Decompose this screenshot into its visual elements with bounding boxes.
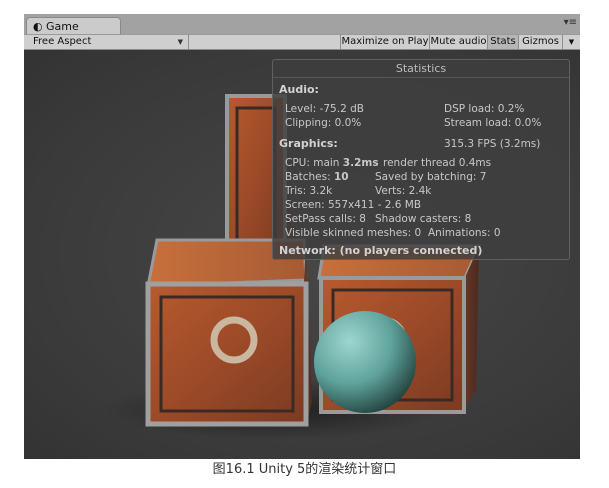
gizmos-dropdown-icon[interactable]: ▼ xyxy=(562,35,580,49)
screen-info: Screen: 557x411 - 2.6 MB xyxy=(285,199,422,211)
batches: Batches: 10 xyxy=(285,171,349,183)
shadow-casters: Shadow casters: 8 xyxy=(375,213,472,225)
crate-left xyxy=(145,238,312,427)
gizmos-button[interactable]: Gizmos xyxy=(518,35,562,49)
maximize-on-play-button[interactable]: Maximize on Play xyxy=(340,35,429,49)
statistics-title: Statistics xyxy=(273,62,569,78)
graphics-header: Graphics: xyxy=(279,137,338,150)
saved-by-batching: Saved by batching: 7 xyxy=(375,171,487,183)
fps-readout: 315.3 FPS (3.2ms) xyxy=(444,138,541,150)
audio-level: Level: -75.2 dB xyxy=(285,103,364,115)
chevron-down-icon: ▼ xyxy=(177,38,183,46)
stats-button[interactable]: Stats xyxy=(487,35,518,49)
game-view-window: ◐ Game ▾≡ Free Aspect ▼ Maximize on Play… xyxy=(24,14,580,459)
batches-label: Batches: xyxy=(285,171,334,183)
cpu-main-value: 3.2ms xyxy=(342,157,379,169)
verts-count: Verts: 2.4k xyxy=(375,185,432,197)
dsp-load: DSP load: 0.2% xyxy=(444,103,525,115)
audio-header: Audio: xyxy=(279,83,319,96)
window-menu-icon[interactable]: ▾≡ xyxy=(564,18,577,28)
tab-game[interactable]: ◐ Game xyxy=(26,17,121,34)
audio-clipping: Clipping: 0.0% xyxy=(285,117,362,129)
network-status: Network: (no players connected) xyxy=(279,244,483,257)
statistics-panel: Statistics Audio: Level: -75.2 dB DSP lo… xyxy=(272,59,570,260)
cpu-main: CPU: main 3.2ms xyxy=(285,157,379,169)
render-thread: render thread 0.4ms xyxy=(383,157,492,169)
tris-count: Tris: 3.2k xyxy=(285,185,333,197)
tab-label: Game xyxy=(46,20,79,33)
unity-logo-icon: ◐ xyxy=(33,20,43,33)
aspect-dropdown[interactable]: Free Aspect ▼ xyxy=(24,35,189,49)
aspect-value: Free Aspect xyxy=(33,36,92,47)
game-toolbar: Free Aspect ▼ Maximize on Play Mute audi… xyxy=(24,34,580,50)
mute-audio-button[interactable]: Mute audio xyxy=(429,35,487,49)
figure-caption: 图16.1 Unity 5的渲染统计窗口 xyxy=(212,462,397,477)
stream-load: Stream load: 0.0% xyxy=(444,117,542,129)
cpu-main-label: CPU: main xyxy=(285,157,343,169)
game-viewport[interactable]: Statistics Audio: Level: -75.2 dB DSP lo… xyxy=(24,50,580,459)
animations-count: Animations: 0 xyxy=(428,227,501,239)
sphere xyxy=(314,311,416,413)
setpass-calls: SetPass calls: 8 xyxy=(285,213,366,225)
visible-skinned-meshes: Visible skinned meshes: 0 xyxy=(285,227,422,239)
tab-bar: ◐ Game ▾≡ xyxy=(24,14,580,34)
batches-value: 10 xyxy=(334,171,349,183)
